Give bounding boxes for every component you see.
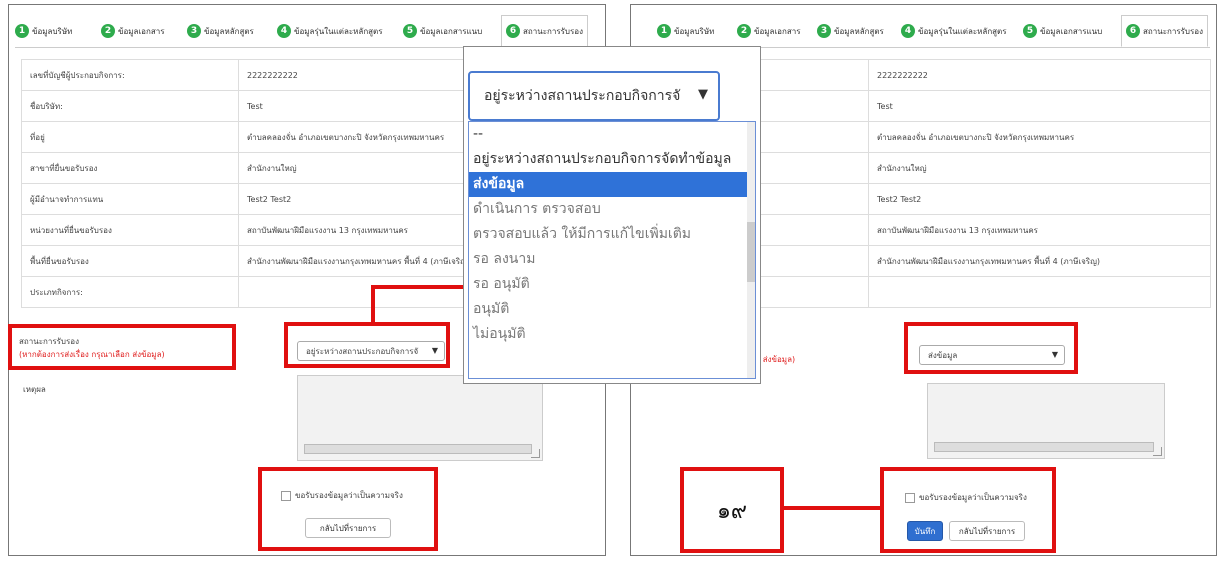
highlight-status-select xyxy=(904,322,1078,374)
dropdown-select-box[interactable]: อยู่ระหว่างสถานประกอบกิจการจั ▼ xyxy=(468,71,720,121)
tab-certification-status[interactable]: 6 สถานะการรับรอง xyxy=(501,15,588,47)
connector-line xyxy=(784,506,880,510)
step-3-badge: 3 xyxy=(187,24,201,38)
resize-handle-icon[interactable] xyxy=(1153,447,1162,456)
resize-handle-icon[interactable] xyxy=(531,449,540,458)
dropdown-option[interactable]: รอ ลงนาม xyxy=(469,247,755,272)
highlight-submit-area xyxy=(880,467,1056,553)
step-2-badge: 2 xyxy=(101,24,115,38)
dropdown-current-value: อยู่ระหว่างสถานประกอบกิจการจั xyxy=(484,88,681,104)
tab-label: ข้อมูลหลักสูตร xyxy=(834,26,884,36)
row-value: สำนักงานพัฒนาฝีมือแรงงานกรุงเทพมหานคร พื… xyxy=(868,245,1211,277)
tab-label: ข้อมูลหลักสูตร xyxy=(204,26,254,36)
dropdown-option[interactable]: อยู่ระหว่างสถานประกอบกิจการจัดทำข้อมูล xyxy=(469,147,755,172)
dropdown-option[interactable]: อนุมัติ xyxy=(469,297,755,322)
scrollbar-thumb[interactable] xyxy=(747,222,755,282)
row-value: ตำบลคลองจั่น อำเภอเขตบางกะปิ จังหวัดกรุง… xyxy=(868,121,1211,153)
reason-textarea[interactable] xyxy=(297,375,543,461)
row-label: ชื่อบริษัท: xyxy=(21,90,239,122)
tab-label: สถานะการรับรอง xyxy=(1143,26,1203,36)
dropdown-options-list: -- อยู่ระหว่างสถานประกอบกิจการจัดทำข้อมู… xyxy=(468,121,756,379)
tab-attachments[interactable]: 5 ข้อมูลเอกสารแนบ xyxy=(1023,17,1102,45)
highlight-status-select xyxy=(284,322,450,368)
page-number-annotation: ๑๙ xyxy=(680,467,784,553)
row-value: Test xyxy=(868,90,1211,122)
textarea-scrollbar[interactable] xyxy=(304,444,532,454)
row-label: ที่อยู่ xyxy=(21,121,239,153)
step-5-badge: 5 xyxy=(1023,24,1037,38)
chevron-down-icon: ▼ xyxy=(698,87,708,102)
tab-label: ข้อมูลเอกสารแนบ xyxy=(1040,26,1103,36)
tab-label: ข้อมูลบริษัท xyxy=(674,26,715,36)
highlight-submit-area xyxy=(258,467,438,551)
step-4-badge: 4 xyxy=(901,24,915,38)
step-3-badge: 3 xyxy=(817,24,831,38)
row-value: สำนักงานใหญ่ xyxy=(868,152,1211,184)
step-1-badge: 1 xyxy=(657,24,671,38)
tab-label: ข้อมูลเอกสาร xyxy=(754,26,801,36)
dropdown-option[interactable]: ดำเนินการ ตรวจสอบ xyxy=(469,197,755,222)
step-5-badge: 5 xyxy=(403,24,417,38)
dropdown-option-selected[interactable]: ส่งข้อมูล xyxy=(469,172,755,197)
step-2-badge: 2 xyxy=(737,24,751,38)
tab-course-batches[interactable]: 4 ข้อมูลรุ่นในแต่ละหลักสูตร xyxy=(901,17,1007,45)
connector-line xyxy=(371,285,467,289)
tab-company-info[interactable]: 1 ข้อมูลบริษัท xyxy=(657,17,714,45)
tab-attachments[interactable]: 5 ข้อมูลเอกสารแนบ xyxy=(403,17,482,45)
step-tabs: 1 ข้อมูลบริษัท 2 ข้อมูลเอกสาร 3 ข้อมูลหลักส… xyxy=(15,13,599,48)
dropdown-option[interactable]: รอ อนุมัติ xyxy=(469,272,755,297)
tab-documents[interactable]: 2 ข้อมูลเอกสาร xyxy=(101,17,165,45)
row-label: หน่วยงานที่ยื่นขอรับรอง xyxy=(21,214,239,246)
textarea-scrollbar[interactable] xyxy=(934,442,1154,452)
step-tabs: 1 ข้อมูลบริษัท 2 ข้อมูลเอกสาร 3 ข้อมูลหลักส… xyxy=(637,13,1210,48)
tab-label: ข้อมูลรุ่นในแต่ละหลักสูตร xyxy=(294,26,383,36)
tab-course-batches[interactable]: 4 ข้อมูลรุ่นในแต่ละหลักสูตร xyxy=(277,17,383,45)
dropdown-option[interactable]: ไม่อนุมัติ xyxy=(469,322,755,347)
tab-courses[interactable]: 3 ข้อมูลหลักสูตร xyxy=(187,17,254,45)
tab-documents[interactable]: 2 ข้อมูลเอกสาร xyxy=(737,17,801,45)
tab-certification-status[interactable]: 6 สถานะการรับรอง xyxy=(1121,15,1208,47)
tab-label: ข้อมูลเอกสารแนบ xyxy=(420,26,483,36)
dropdown-option[interactable]: ตรวจสอบแล้ว ให้มีการแก้ไขเพิ่มเติม xyxy=(469,222,755,247)
step-6-badge: 6 xyxy=(506,24,520,38)
dropdown-scrollbar[interactable] xyxy=(747,122,755,378)
row-value: 2222222222 xyxy=(868,59,1211,91)
tab-label: สถานะการรับรอง xyxy=(523,26,583,36)
row-label: พื้นที่ยื่นขอรับรอง xyxy=(21,245,239,277)
row-label: ประเภทกิจการ: xyxy=(21,276,239,308)
reason-label: เหตุผล xyxy=(23,385,46,394)
reason-textarea[interactable] xyxy=(927,383,1165,459)
highlight-status-label xyxy=(8,324,236,370)
step-6-badge: 6 xyxy=(1126,24,1140,38)
tab-label: ข้อมูลบริษัท xyxy=(32,26,73,36)
connector-line xyxy=(371,285,375,323)
step-1-badge: 1 xyxy=(15,24,29,38)
step-4-badge: 4 xyxy=(277,24,291,38)
row-value: Test2 Test2 xyxy=(868,183,1211,215)
tab-label: ข้อมูลรุ่นในแต่ละหลักสูตร xyxy=(918,26,1007,36)
row-value xyxy=(868,276,1211,308)
dropdown-option[interactable]: -- xyxy=(469,122,755,147)
row-value: สถาบันพัฒนาฝีมือแรงงาน 13 กรุงเทพมหานคร xyxy=(868,214,1211,246)
tab-courses[interactable]: 3 ข้อมูลหลักสูตร xyxy=(817,17,884,45)
status-dropdown-popup: อยู่ระหว่างสถานประกอบกิจการจั ▼ -- อยู่ระ… xyxy=(463,46,761,384)
row-label: ผู้มีอำนาจทำการแทน xyxy=(21,183,239,215)
row-label: สาขาที่ยื่นขอรับรอง xyxy=(21,152,239,184)
tab-label: ข้อมูลเอกสาร xyxy=(118,26,165,36)
row-label: เลขที่บัญชีผู้ประกอบกิจการ: xyxy=(21,59,239,91)
tab-company-info[interactable]: 1 ข้อมูลบริษัท xyxy=(15,17,72,45)
